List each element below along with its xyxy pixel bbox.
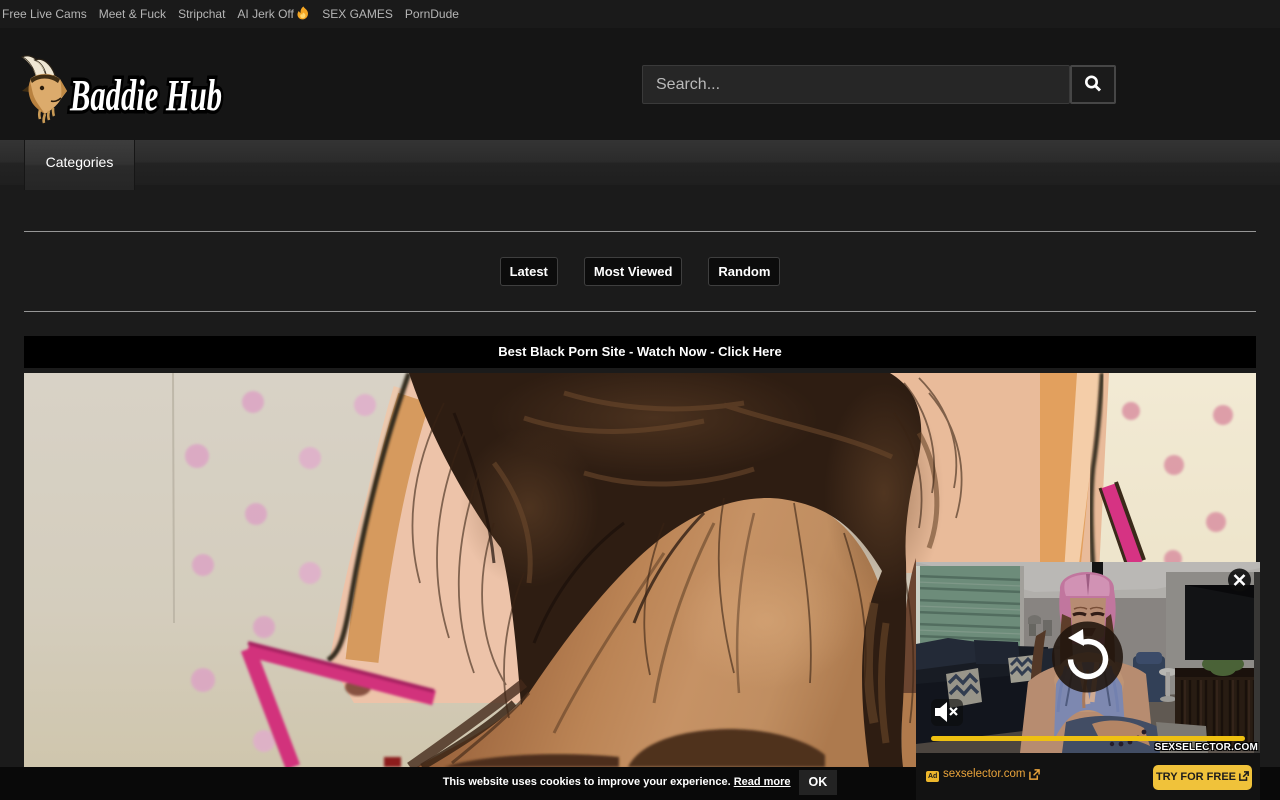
svg-text:Baddie Hub: Baddie Hub — [69, 71, 222, 120]
